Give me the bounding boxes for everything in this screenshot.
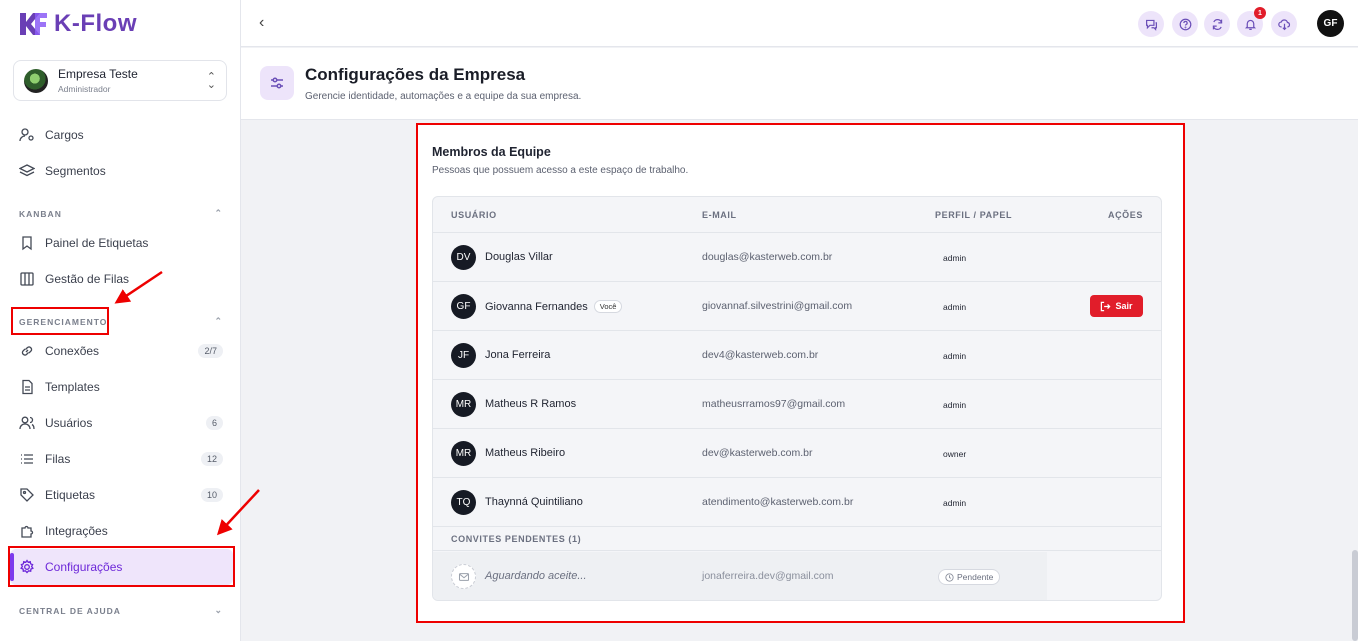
sidebar-item-label: Templates xyxy=(45,380,100,394)
user-cog-icon xyxy=(18,126,36,144)
sidebar-item-label: Etiquetas xyxy=(45,488,96,502)
chat-button[interactable] xyxy=(1138,11,1164,37)
sidebar-item-label: Conexões xyxy=(45,344,100,358)
sidebar-item-templates[interactable]: Templates xyxy=(18,373,223,401)
cloud-download-icon xyxy=(1277,18,1290,30)
back-chevron-icon[interactable]: ‹ xyxy=(259,14,264,32)
count-badge: 6 xyxy=(205,416,223,430)
help-icon xyxy=(1179,18,1191,30)
annotation-box-configuracoes xyxy=(8,546,235,587)
sidebar-item-integracoes[interactable]: Integrações xyxy=(18,517,223,545)
chat-icon xyxy=(1145,19,1157,31)
list-icon xyxy=(18,450,36,468)
chevron-up-icon: ⌃ xyxy=(214,208,223,218)
kflow-logo-icon xyxy=(20,13,47,35)
page-subtitle: Gerencie identidade, automações e a equi… xyxy=(305,91,582,102)
sidebar-item-cargos[interactable]: Cargos xyxy=(18,121,223,149)
section-title: CENTRAL DE AJUDA xyxy=(19,605,121,616)
columns-icon xyxy=(18,270,36,288)
section-central-ajuda[interactable]: CENTRAL DE AJUDA ⌄ xyxy=(19,605,223,616)
company-avatar xyxy=(24,68,48,93)
sidebar-item-filas[interactable]: Filas 12 xyxy=(18,445,223,473)
company-name: Empresa Teste xyxy=(58,67,138,81)
bell-icon xyxy=(1244,19,1256,30)
company-role: Administrador xyxy=(58,84,111,94)
notifications-button[interactable]: 1 xyxy=(1237,7,1266,37)
page-title: Configurações da Empresa xyxy=(305,65,526,84)
sidebar-item-label: Filas xyxy=(45,452,71,466)
scrollbar[interactable] xyxy=(1352,550,1358,641)
bookmark-icon xyxy=(18,234,36,252)
count-badge: 10 xyxy=(200,488,223,502)
topbar: ‹ 1 GF xyxy=(241,0,1358,47)
refresh-button[interactable] xyxy=(1204,11,1230,37)
chevron-down-icon: ⌄ xyxy=(214,605,223,615)
sliders-icon xyxy=(260,66,294,100)
sidebar-item-etiquetas[interactable]: Etiquetas 10 xyxy=(18,481,223,509)
refresh-icon xyxy=(1212,18,1222,30)
tag-icon xyxy=(18,486,36,504)
chevron-updown-icon: ⌃ ⌄ xyxy=(206,70,216,91)
file-icon xyxy=(18,378,36,396)
section-kanban[interactable]: KANBAN ⌃ xyxy=(19,208,223,219)
users-icon xyxy=(18,414,36,432)
sidebar-item-conexoes[interactable]: Conexões 2/7 xyxy=(18,337,223,365)
chevron-up-icon: ⌃ xyxy=(214,316,223,326)
sidebar-item-label: Cargos xyxy=(45,128,84,142)
brand-logo[interactable]: K-Flow xyxy=(18,10,137,38)
link-icon xyxy=(18,342,36,360)
sidebar-item-label: Gestão de Filas xyxy=(45,272,130,286)
page-header: Configurações da Empresa Gerencie identi… xyxy=(241,48,1358,120)
sidebar-item-gestao-filas[interactable]: Gestão de Filas xyxy=(18,265,223,293)
count-badge: 2/7 xyxy=(198,344,223,358)
user-avatar[interactable]: GF xyxy=(1317,10,1344,37)
puzzle-icon xyxy=(18,522,36,540)
company-switcher[interactable]: Empresa Teste Administrador ⌃ ⌄ xyxy=(13,60,227,101)
count-badge: 12 xyxy=(200,452,223,466)
sidebar-item-painel-etiquetas[interactable]: Painel de Etiquetas xyxy=(18,229,223,257)
annotation-box-gerenciamento xyxy=(11,307,109,335)
sidebar-item-label: Usuários xyxy=(45,416,93,430)
help-button[interactable] xyxy=(1172,11,1198,37)
sidebar-item-label: Integrações xyxy=(45,524,108,538)
sidebar-item-usuarios[interactable]: Usuários 6 xyxy=(18,409,223,437)
sidebar-item-segmentos[interactable]: Segmentos xyxy=(18,157,223,185)
brand-name: K-Flow xyxy=(54,10,137,37)
annotation-box-card xyxy=(416,123,1185,623)
download-button[interactable] xyxy=(1271,11,1297,37)
notification-count: 1 xyxy=(1254,7,1266,19)
section-title: KANBAN xyxy=(19,208,62,219)
sidebar-item-label: Segmentos xyxy=(45,164,106,178)
layers-icon xyxy=(18,162,36,180)
sidebar-item-label: Painel de Etiquetas xyxy=(45,236,149,250)
